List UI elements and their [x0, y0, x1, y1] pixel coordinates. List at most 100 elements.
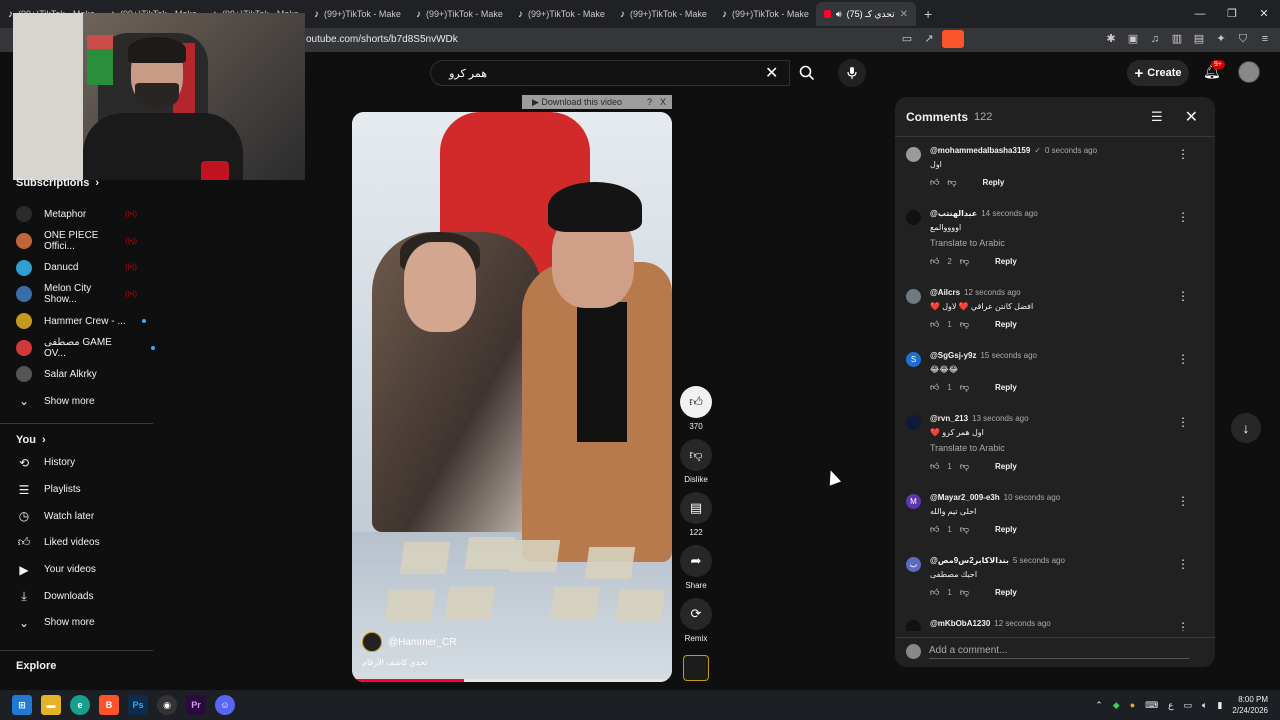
- windows-start-icon[interactable]: ⊞: [12, 695, 32, 715]
- more-options-icon[interactable]: ⋮: [1177, 557, 1189, 571]
- thumbs-up-icon[interactable]: 👍︎: [930, 382, 939, 393]
- channel-name[interactable]: @Hammer_CR: [388, 637, 457, 648]
- brave-icon[interactable]: B: [99, 695, 119, 715]
- download-close-icon[interactable]: X: [660, 97, 666, 107]
- channel-thumbnail[interactable]: [683, 655, 709, 681]
- sidebar-channel-item[interactable]: Salar Alkrky: [0, 361, 155, 388]
- sidebar-channel-item[interactable]: Metaphor ((•)): [0, 201, 155, 228]
- thumbs-down-icon[interactable]: 👎︎: [960, 256, 969, 267]
- commenter-avatar[interactable]: S: [906, 352, 921, 367]
- reply-button[interactable]: Reply: [995, 525, 1017, 534]
- comment-time[interactable]: 0 seconds ago: [1045, 146, 1097, 155]
- create-button[interactable]: + Create: [1127, 60, 1189, 86]
- commenter-avatar[interactable]: [906, 147, 921, 162]
- comment-author[interactable]: @Mayar2_009-e3h: [930, 493, 1000, 502]
- sidebar-item-liked-videos[interactable]: 👍︎ Liked videos: [0, 530, 155, 557]
- account-avatar[interactable]: [1238, 61, 1260, 83]
- commenter-avatar[interactable]: ب: [906, 557, 921, 572]
- tray-chevron-icon[interactable]: ⌃: [1095, 700, 1103, 711]
- more-options-icon[interactable]: ⋮: [1177, 494, 1189, 508]
- edge-icon[interactable]: e: [70, 695, 90, 715]
- restore-icon[interactable]: ❐: [1216, 0, 1248, 28]
- url-text[interactable]: outube.com/shorts/b7d8S5nvWDk: [306, 34, 458, 45]
- browser-tab[interactable]: ♪ (99+)TikTok - Make: [408, 2, 510, 26]
- like-button[interactable]: 👍︎: [680, 386, 712, 418]
- volume-icon[interactable]: 🔈︎: [1202, 700, 1207, 711]
- shorts-video-player[interactable]: @Hammer_CR تحدي كاشف الأرقام: [352, 112, 672, 682]
- more-options-icon[interactable]: ⋮: [1177, 289, 1189, 303]
- close-tab-icon[interactable]: ✕: [900, 9, 908, 20]
- explore-header[interactable]: Explore: [16, 660, 56, 672]
- comment-author[interactable]: @SgGsj-y9z: [930, 351, 976, 360]
- search-input[interactable]: همر كرو: [443, 67, 777, 80]
- brave-shield-icon[interactable]: [942, 30, 964, 48]
- comment-author[interactable]: @mohammedalbasha3159: [930, 146, 1030, 155]
- vpn-icon[interactable]: ⛉: [1236, 32, 1250, 46]
- clear-search-icon[interactable]: ✕: [765, 63, 778, 83]
- comment-author[interactable]: @rvn_213: [930, 414, 968, 423]
- comment-author[interactable]: @بندالاكابر2س9مص: [930, 556, 1009, 565]
- share-icon[interactable]: ↗: [922, 32, 936, 46]
- sidebar-channel-item[interactable]: Hammer Crew - ...: [0, 308, 155, 335]
- comment-time[interactable]: 15 seconds ago: [980, 351, 1037, 360]
- comment-author[interactable]: @عبدالهنتب: [930, 209, 977, 218]
- download-label[interactable]: ▶ Download this video: [532, 97, 622, 108]
- more-options-icon[interactable]: ⋮: [1177, 147, 1189, 161]
- shield-icon[interactable]: ◆: [1113, 700, 1120, 711]
- translate-link[interactable]: Translate to Arabic: [930, 238, 1215, 248]
- more-options-icon[interactable]: ⋮: [1177, 620, 1189, 631]
- obs-icon[interactable]: ◉: [157, 695, 177, 715]
- more-options-icon[interactable]: ⋮: [1177, 415, 1189, 429]
- sidebar-channel-item[interactable]: ONE PIECE Offici... ((•)): [0, 228, 155, 255]
- reply-button[interactable]: Reply: [995, 383, 1017, 392]
- translate-link[interactable]: Translate to Arabic: [930, 443, 1215, 453]
- menu-icon[interactable]: ≡: [1258, 32, 1272, 46]
- comment-author[interactable]: @Ailcrs: [930, 288, 960, 297]
- show-more-subscriptions[interactable]: ⌄ Show more: [0, 388, 155, 415]
- sidebar-item-history[interactable]: ⟲ History: [0, 450, 155, 477]
- download-help-icon[interactable]: ?: [647, 97, 652, 107]
- search-button[interactable]: [791, 60, 823, 86]
- commenter-avatar[interactable]: [906, 415, 921, 430]
- photoshop-icon[interactable]: Ps: [128, 695, 148, 715]
- sidebar-channel-item[interactable]: Danucd ((•)): [0, 254, 155, 281]
- discord-icon[interactable]: ☺: [215, 695, 235, 715]
- video-progress-bar[interactable]: [352, 679, 672, 682]
- network-icon[interactable]: ▭: [1184, 700, 1193, 711]
- media-icon[interactable]: ♫: [1148, 32, 1162, 46]
- comment-time[interactable]: 12 seconds ago: [964, 288, 1021, 297]
- sidebar-channel-item[interactable]: Melon City Show... ((•)): [0, 281, 155, 308]
- video-channel[interactable]: @Hammer_CR: [362, 632, 457, 652]
- wallet-icon[interactable]: ▤: [1192, 32, 1206, 46]
- download-video-bar[interactable]: ▶ Download this video ? X: [522, 95, 672, 109]
- share-button[interactable]: ➦: [680, 545, 712, 577]
- sidebar-item-watch-later[interactable]: ◷ Watch later: [0, 503, 155, 530]
- reply-button[interactable]: Reply: [995, 320, 1017, 329]
- browser-tab[interactable]: ♪ (99+)TikTok - Make: [714, 2, 816, 26]
- browser-tab[interactable]: ♪ (99+)TikTok - Make: [612, 2, 714, 26]
- sidebar-icon[interactable]: ▥: [1170, 32, 1184, 46]
- add-comment-input[interactable]: Add a comment...: [929, 645, 1189, 659]
- comment-time[interactable]: 12 seconds ago: [994, 619, 1051, 628]
- thumbs-down-icon[interactable]: 👎︎: [947, 177, 956, 188]
- file-explorer-icon[interactable]: ▬: [41, 695, 61, 715]
- thumbs-down-icon[interactable]: 👎︎: [960, 524, 969, 535]
- search-box[interactable]: همر كرو: [430, 60, 790, 86]
- thumbs-up-icon[interactable]: 👍︎: [930, 319, 939, 330]
- commenter-avatar[interactable]: [906, 289, 921, 304]
- voice-search-button[interactable]: [838, 59, 866, 87]
- channel-avatar[interactable]: [362, 632, 382, 652]
- comment-author[interactable]: @mKbObA1230: [930, 619, 990, 628]
- remix-button[interactable]: ⟳: [680, 598, 712, 630]
- commenter-avatar[interactable]: M: [906, 494, 921, 509]
- comment-time[interactable]: 14 seconds ago: [981, 209, 1038, 218]
- more-options-icon[interactable]: ⋮: [1177, 352, 1189, 366]
- keyboard-icon[interactable]: ⌨: [1145, 700, 1158, 711]
- comments-list[interactable]: @mohammedalbasha3159 ✓ 0 seconds ago اول 👍︎ 👎…: [895, 141, 1215, 631]
- thumbs-up-icon[interactable]: 👍︎: [930, 177, 939, 188]
- sidebar-item-downloads[interactable]: ⤓ Downloads: [0, 583, 155, 610]
- scroll-down-button[interactable]: ↓: [1231, 413, 1261, 443]
- dislike-button[interactable]: 👎︎: [680, 439, 712, 471]
- minimize-icon[interactable]: —: [1184, 0, 1216, 28]
- reply-button[interactable]: Reply: [995, 257, 1017, 266]
